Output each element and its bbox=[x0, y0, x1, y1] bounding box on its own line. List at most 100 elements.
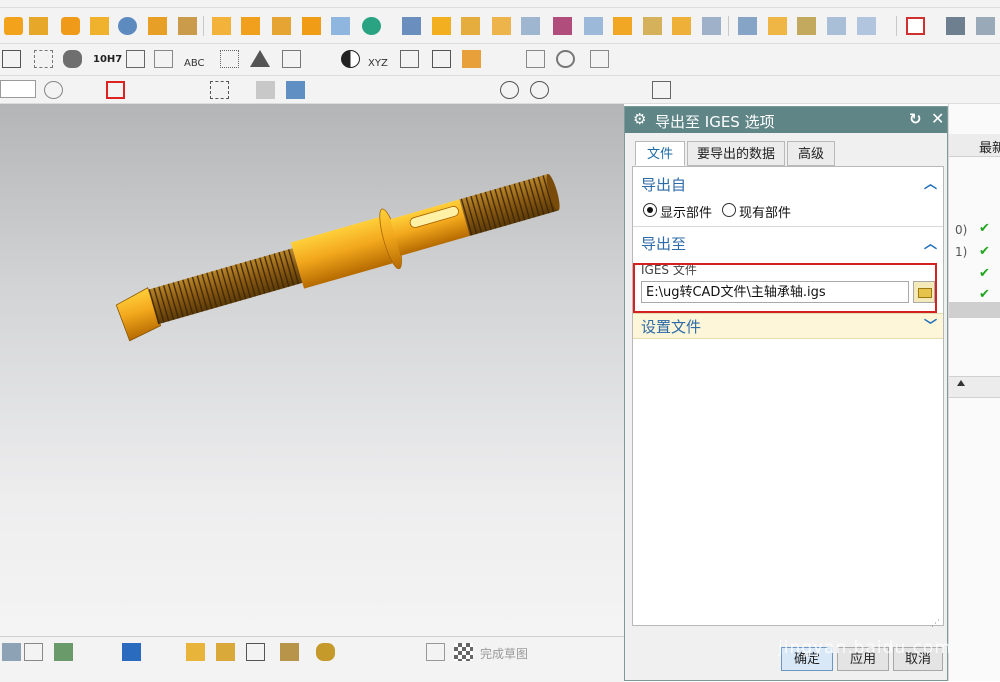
finish-sketch-label[interactable]: 完成草图 bbox=[480, 645, 528, 662]
xyz-label[interactable]: XYZ bbox=[368, 58, 388, 69]
project-curve-icon[interactable] bbox=[216, 643, 235, 661]
sweep-icon[interactable] bbox=[768, 17, 787, 35]
note-icon[interactable] bbox=[282, 50, 301, 68]
offset-face-icon[interactable] bbox=[432, 17, 451, 35]
settings-file-title[interactable]: 设置文件 bbox=[641, 316, 701, 337]
line-snap-icon[interactable] bbox=[350, 81, 369, 99]
mid-point-icon[interactable] bbox=[410, 81, 429, 99]
existing-part-radio[interactable] bbox=[722, 203, 736, 217]
through-curves-icon[interactable] bbox=[857, 17, 876, 35]
centermark-icon[interactable] bbox=[341, 50, 360, 68]
curve-point-icon[interactable] bbox=[618, 81, 637, 99]
blank-frame-icon[interactable] bbox=[400, 50, 419, 68]
pattern-curve-icon[interactable] bbox=[186, 643, 205, 661]
mirror-icon[interactable] bbox=[272, 17, 291, 35]
arc-icon[interactable] bbox=[600, 643, 619, 661]
tab-file[interactable]: 文件 bbox=[635, 141, 685, 166]
draft-icon[interactable] bbox=[402, 17, 421, 35]
resize-grip-icon[interactable]: ⋰ bbox=[931, 619, 940, 629]
unite-icon[interactable] bbox=[584, 17, 603, 35]
crosshair-icon[interactable] bbox=[560, 81, 579, 99]
section-view-icon[interactable] bbox=[526, 50, 545, 68]
feature-control-frame-icon[interactable] bbox=[126, 50, 145, 68]
shaft-model[interactable] bbox=[0, 104, 624, 636]
quadrant-icon[interactable] bbox=[530, 81, 549, 99]
tab-data-to-export[interactable]: 要导出的数据 bbox=[687, 141, 785, 166]
leader-icon[interactable] bbox=[312, 50, 331, 68]
grid-icon[interactable] bbox=[652, 81, 671, 99]
undo-icon[interactable] bbox=[146, 81, 165, 99]
sort-up-icon[interactable] bbox=[957, 380, 965, 386]
display-part-label[interactable]: 显示部件 bbox=[660, 202, 712, 221]
export-from-title[interactable]: 导出自 bbox=[641, 174, 686, 195]
cone-icon[interactable] bbox=[90, 17, 109, 35]
redo-icon[interactable] bbox=[176, 81, 195, 99]
thread-icon[interactable] bbox=[178, 17, 197, 35]
brush-icon[interactable] bbox=[462, 50, 481, 68]
tangent-icon[interactable] bbox=[590, 81, 609, 99]
body-curve-icon[interactable] bbox=[280, 643, 299, 661]
move-face-icon[interactable] bbox=[492, 17, 511, 35]
trim-body-icon[interactable] bbox=[521, 17, 540, 35]
select-all-icon[interactable] bbox=[44, 81, 63, 99]
intersection-icon[interactable] bbox=[470, 81, 489, 99]
export-to-title[interactable]: 导出至 bbox=[641, 233, 686, 254]
reset-icon[interactable]: ↻ bbox=[909, 110, 922, 128]
finish-sketch-flag-icon[interactable] bbox=[426, 643, 445, 661]
snap-point-icon[interactable] bbox=[106, 81, 125, 99]
blend-icon[interactable] bbox=[331, 17, 350, 35]
chain-icon[interactable] bbox=[316, 643, 335, 661]
face-select-icon[interactable] bbox=[256, 81, 275, 99]
sew-icon[interactable] bbox=[672, 17, 691, 35]
display-part-radio[interactable] bbox=[643, 203, 657, 217]
ruled-icon[interactable] bbox=[797, 17, 816, 35]
subtract-icon[interactable] bbox=[613, 17, 632, 35]
end-point-icon[interactable] bbox=[380, 81, 399, 99]
settings-gear-icon[interactable] bbox=[556, 50, 575, 68]
mirror-curve-icon[interactable] bbox=[122, 643, 141, 661]
orient-view-icon[interactable] bbox=[24, 643, 43, 661]
patch-icon[interactable] bbox=[702, 17, 721, 35]
navigator-divider[interactable] bbox=[949, 302, 1000, 318]
filter-icon[interactable] bbox=[78, 81, 97, 99]
block-icon[interactable] bbox=[4, 17, 23, 35]
view-orient-icon[interactable] bbox=[976, 17, 995, 35]
pattern-icon[interactable] bbox=[241, 17, 260, 35]
sketch-view-icon[interactable] bbox=[2, 643, 21, 661]
measure-icon[interactable] bbox=[344, 643, 363, 661]
hatch-icon[interactable] bbox=[590, 50, 609, 68]
auto-constraint-icon[interactable] bbox=[94, 643, 113, 661]
cylinder-icon[interactable] bbox=[61, 17, 80, 35]
arc-center-icon[interactable] bbox=[500, 81, 519, 99]
table-icon[interactable] bbox=[220, 50, 239, 68]
extrude-icon[interactable] bbox=[212, 17, 231, 35]
selection-filter-dropdown[interactable] bbox=[0, 80, 36, 98]
collapse-up-icon[interactable]: ︿ bbox=[924, 233, 937, 252]
box-icon[interactable] bbox=[29, 17, 48, 35]
close-icon[interactable]: ✕ bbox=[931, 109, 944, 128]
offset-curve-icon[interactable] bbox=[152, 643, 171, 661]
triangle-icon[interactable] bbox=[250, 50, 270, 67]
grid-snap-icon[interactable] bbox=[34, 50, 53, 68]
control-point-icon[interactable] bbox=[440, 81, 459, 99]
existing-part-label[interactable]: 现有部件 bbox=[739, 202, 791, 221]
tab-advanced[interactable]: 高级 bbox=[787, 141, 835, 166]
shell-icon[interactable] bbox=[362, 17, 381, 35]
graphics-viewport[interactable] bbox=[0, 104, 624, 636]
fit-view-icon[interactable] bbox=[906, 17, 925, 35]
surface-icon[interactable] bbox=[738, 17, 757, 35]
rectangle-select-icon[interactable] bbox=[210, 81, 229, 99]
image-icon[interactable] bbox=[432, 50, 451, 68]
profile-icon[interactable] bbox=[538, 643, 557, 661]
info-icon[interactable] bbox=[372, 643, 391, 661]
binoculars-icon[interactable] bbox=[63, 50, 82, 68]
render-style-icon[interactable] bbox=[946, 17, 965, 35]
replace-face-icon[interactable] bbox=[461, 17, 480, 35]
navigator-column-latest[interactable]: 最新 bbox=[979, 137, 1000, 156]
checker-flag-icon[interactable] bbox=[454, 643, 473, 661]
datum-target-icon[interactable] bbox=[154, 50, 173, 68]
tolerance-label[interactable]: 10H7 bbox=[93, 54, 122, 65]
close-sketch-icon[interactable] bbox=[2, 50, 21, 68]
intersect-icon[interactable] bbox=[643, 17, 662, 35]
chamfer-icon[interactable] bbox=[302, 17, 321, 35]
